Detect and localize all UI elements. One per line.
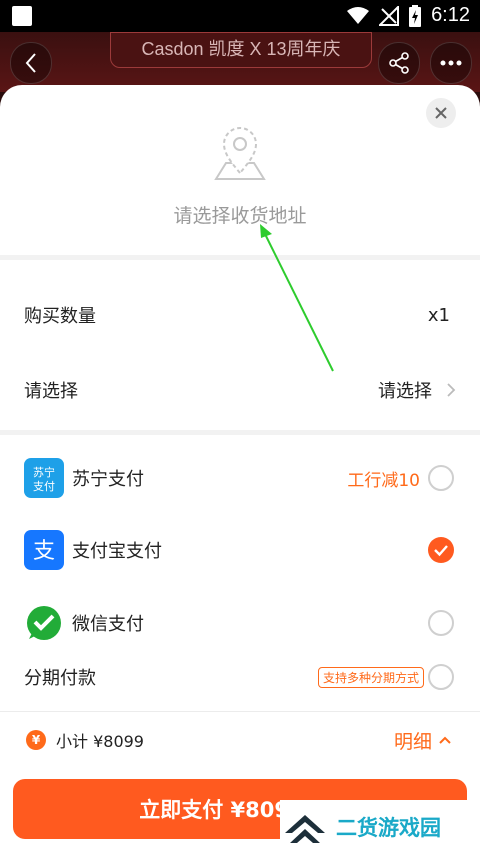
payment-option-suning[interactable]: 苏宁 支付 苏宁支付 工行减10 xyxy=(0,457,480,499)
radio-unchecked[interactable] xyxy=(428,465,454,491)
status-bar: 6:12 xyxy=(0,0,480,32)
quantity-label: 购买数量 xyxy=(24,306,96,327)
option-select-row[interactable]: 请选择 请选择 xyxy=(0,372,480,408)
svg-text:苏宁: 苏宁 xyxy=(33,465,55,479)
battery-charging-icon xyxy=(409,4,422,27)
radio-unchecked[interactable] xyxy=(428,664,454,690)
chevron-up-icon xyxy=(439,736,451,744)
radio-checked-icon[interactable] xyxy=(428,537,454,563)
back-button[interactable] xyxy=(10,42,52,84)
watermark-logo-icon xyxy=(285,814,325,843)
location-pin-icon xyxy=(214,127,266,180)
promo-tag: 工行减10 xyxy=(347,470,420,491)
svg-text:支付: 支付 xyxy=(33,480,55,493)
payment-option-installment[interactable]: 分期付款 支持多种分期方式 xyxy=(0,659,480,695)
clock: 6:12 xyxy=(431,4,470,26)
section-divider xyxy=(0,711,480,712)
payment-name: 苏宁支付 xyxy=(72,469,144,490)
section-divider xyxy=(0,430,480,435)
no-signal-icon xyxy=(379,5,400,26)
payment-option-alipay[interactable]: 支 支付宝支付 xyxy=(0,529,480,571)
more-dots-icon xyxy=(440,60,462,66)
payment-name: 支付宝支付 xyxy=(72,541,162,562)
address-placeholder: 请选择收货地址 xyxy=(173,205,307,227)
quantity-value[interactable]: x1 xyxy=(428,305,450,326)
notification-icon xyxy=(12,6,32,26)
detail-link[interactable]: 明细 xyxy=(394,727,432,754)
svg-text:支: 支 xyxy=(33,539,55,564)
share-icon xyxy=(389,52,409,74)
option-label: 请选择 xyxy=(24,381,78,402)
payment-option-wechat[interactable]: 微信支付 xyxy=(0,602,480,644)
payment-name: 微信支付 xyxy=(72,614,144,635)
watermark-text: 二货游戏园 xyxy=(336,815,441,840)
checkout-sheet: 请选择收货地址 购买数量 x1 请选择 请选择 苏宁 支付 苏宁支付 工行减10… xyxy=(0,85,480,853)
radio-unchecked[interactable] xyxy=(428,610,454,636)
subtotal-text: 小计 ¥8099 xyxy=(56,732,144,751)
coin-icon: ¥ xyxy=(26,730,46,750)
section-divider xyxy=(0,255,480,260)
chevron-left-icon xyxy=(25,53,36,73)
wechat-pay-icon xyxy=(27,606,61,640)
alipay-icon: 支 xyxy=(24,530,64,570)
address-selector[interactable]: 请选择收货地址 xyxy=(0,85,480,255)
installment-badge: 支持多种分期方式 xyxy=(317,666,424,688)
payment-name: 分期付款 xyxy=(24,668,96,689)
watermark: 二货游戏园 xyxy=(280,800,480,853)
option-value: 请选择 xyxy=(378,381,432,402)
quantity-row: 购买数量 x1 xyxy=(0,297,480,333)
more-button[interactable] xyxy=(430,42,472,84)
wifi-icon xyxy=(347,6,370,24)
chevron-right-icon xyxy=(447,383,456,397)
share-button[interactable] xyxy=(378,42,420,84)
brand-banner: Casdon 凯度 X 13周年庆 xyxy=(110,32,372,68)
subtotal-row: ¥ 小计 ¥8099 明细 xyxy=(0,725,480,755)
suning-pay-icon: 苏宁 支付 xyxy=(24,458,64,498)
